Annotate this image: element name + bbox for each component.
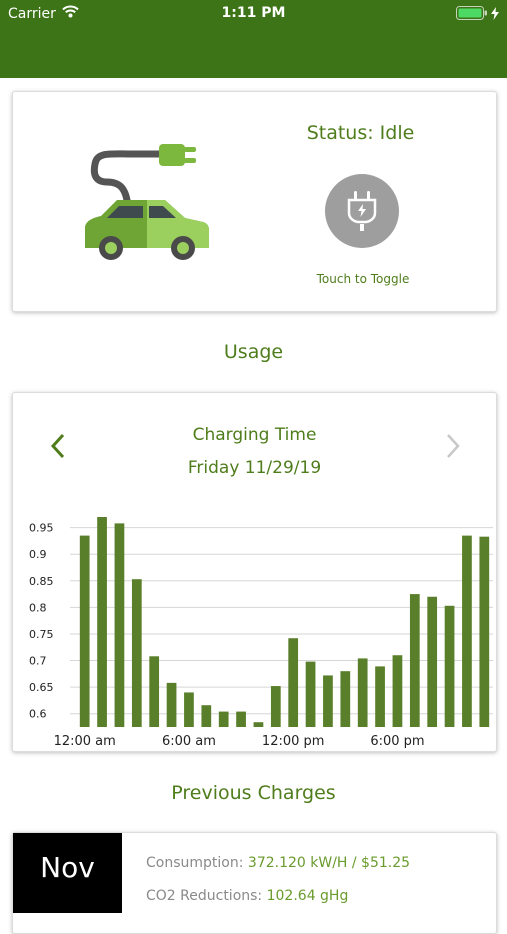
chart-bar [444,605,455,727]
x-tick-label: 6:00 pm [370,734,424,749]
usage-heading: Usage [223,341,284,363]
chart-bar [323,675,333,727]
y-tick-label: 0.8 [29,601,47,614]
chart-bar [253,722,264,727]
x-tick-label: 6:00 am [162,734,216,749]
y-tick-label: 0.75 [29,628,54,641]
chart-bar [201,705,212,727]
charge-toggle-button[interactable] [325,174,399,248]
co2-label: CO2 Reductions: [146,888,263,904]
y-tick-label: 0.95 [29,522,54,535]
chart-bar [305,661,316,727]
chart-bar [79,535,90,727]
chart-bar [340,671,351,727]
chart-bar [427,596,438,727]
chart-bar [218,711,229,727]
charging-bolt-icon [491,6,499,24]
y-tick-label: 0.9 [29,548,47,561]
co2-line: CO2 Reductions: 102.64 gHg [146,888,348,904]
chart-bar [357,658,368,727]
charging-time-chart: 0.6 0.65 0.7 0.75 0.8 0.85 0.9 0.95 12:00 am 6:00… [29,517,493,749]
battery-icon [456,6,488,24]
chart-bar [409,594,420,727]
chart-bar [166,682,177,727]
chart-bar [236,711,246,727]
co2-value: 102.64 gHg [266,888,349,904]
previous-charges-heading: Previous Charges [171,782,336,804]
consumption-label: Consumption: [146,855,244,871]
charging-status-label: Status: Idle [306,122,415,144]
chart-bar [114,523,125,727]
toggle-hint: Touch to Toggle [316,272,410,286]
chart-bar [131,579,142,727]
month-badge: Nov [13,833,122,913]
chart-title: Charging Time [192,425,317,445]
plug-icon [345,191,379,235]
chart-bar [97,517,107,727]
x-tick-label: 12:00 am [54,734,116,749]
consumption-value: 372.120 kW/H / $51.25 [247,855,411,871]
status-card: Status: Idle Touch to Toggle [12,91,497,312]
chart-bar [392,655,403,727]
y-tick-label: 0.6 [29,708,47,721]
chart-bar [462,535,472,727]
y-tick-label: 0.85 [29,575,54,588]
ev-car-plug-icon [81,138,213,270]
month-label: Nov [40,851,95,884]
navigation-bar [0,28,507,78]
usage-chart-card: Charging Time Friday 11/29/19 0.6 0.65 0.7… [12,392,497,752]
chart-bar [479,536,490,727]
chart-bar [270,686,281,727]
chart-bar [184,692,194,727]
chart-bar [375,666,385,727]
clock: 1:11 PM [221,5,286,21]
chart-bar [149,656,160,727]
status-bar-right [456,6,499,24]
x-tick-label: 12:00 pm [262,734,325,749]
consumption-line: Consumption: 372.120 kW/H / $51.25 [146,855,410,871]
y-tick-label: 0.65 [29,681,54,694]
status-bar: Carrier 1:11 PM [0,0,507,28]
previous-charge-card[interactable]: Nov Consumption: 372.120 kW/H / $51.25 C… [12,832,497,934]
y-tick-label: 0.7 [29,655,47,668]
chart-date: Friday 11/29/19 [187,458,322,478]
chart-bar [288,638,299,727]
